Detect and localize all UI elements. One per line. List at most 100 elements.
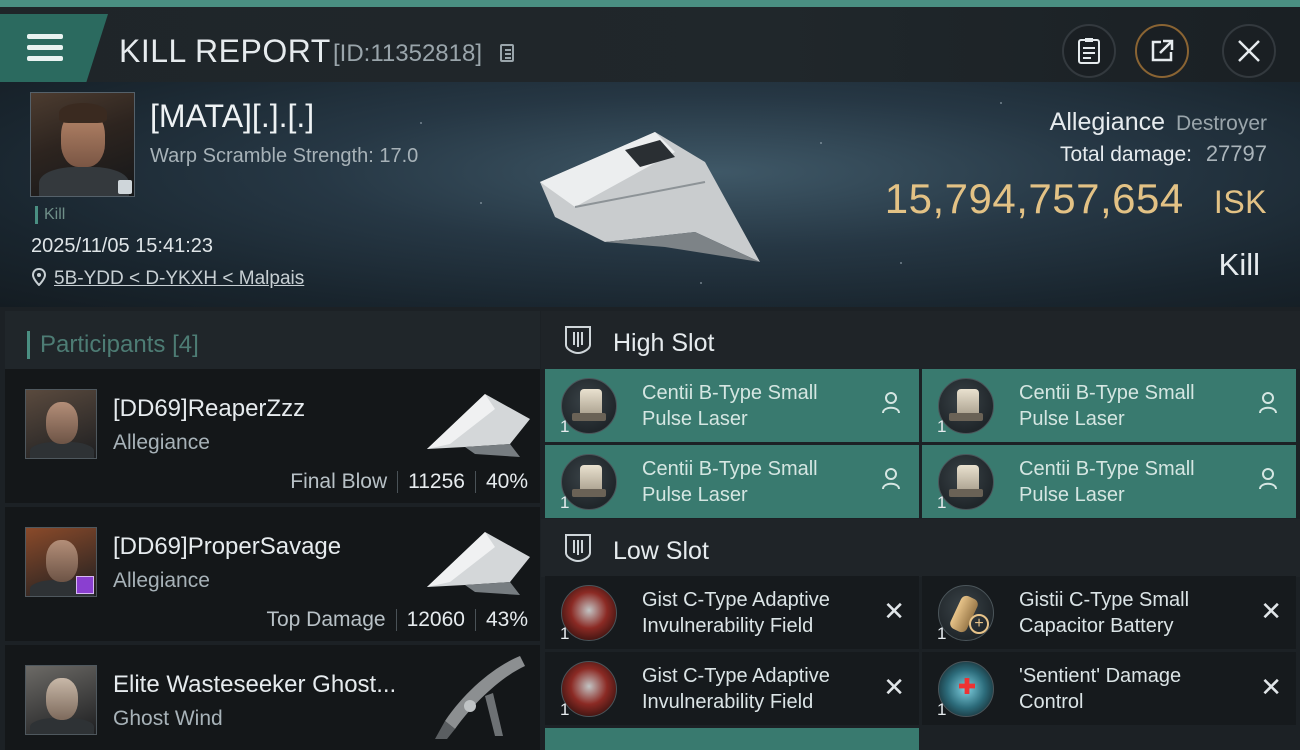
participants-label: Participants — [40, 331, 166, 358]
copy-icon[interactable] — [500, 44, 514, 62]
participant-stats: Final Blow 11256 40% — [290, 470, 528, 494]
share-button[interactable] — [1135, 24, 1189, 78]
module-item[interactable]: + 1 Gistii C-Type Small Capacitor Batter… — [922, 576, 1296, 649]
module-name: Centii B-Type Small Pulse Laser — [1019, 458, 1195, 506]
participant-row[interactable]: [DD69]ReaperZzz Allegiance Final Blow 112… — [5, 369, 540, 503]
participant-row[interactable]: Elite Wasteseeker Ghost... Ghost Wind — [5, 645, 540, 750]
clipboard-button[interactable] — [1062, 24, 1116, 78]
total-damage: Total damage: 27797 — [1060, 141, 1267, 167]
close-icon — [1238, 40, 1260, 62]
plus-icon: + — [969, 614, 989, 634]
participant-role: Top Damage — [266, 608, 386, 631]
participant-avatar[interactable] — [25, 389, 97, 459]
module-item[interactable]: 1 Centii B-Type Small Pulse Laser — [545, 445, 919, 518]
module-item[interactable]: 1 Gist C-Type Adaptive Invulnerability F… — [545, 652, 919, 725]
pilot-icon — [1259, 468, 1277, 490]
turret-base — [572, 413, 606, 421]
module-name: 'Sentient' Damage Control — [1019, 665, 1182, 713]
total-damage-value: 27797 — [1205, 141, 1267, 166]
remove-icon: ✕ — [1260, 672, 1282, 702]
divider — [474, 471, 476, 494]
participant-avatar[interactable] — [25, 665, 97, 735]
module-item[interactable]: 1 'Sentient' Damage Control ✕ — [922, 652, 1296, 725]
participant-name: [DD69]ReaperZzz — [113, 395, 306, 422]
low-slot-icon — [565, 534, 591, 563]
fittings-panel: High Slot 1 Centii B-Type Small Pulse La… — [541, 307, 1300, 750]
module-item[interactable]: 1 Centii B-Type Small Pulse Laser — [545, 369, 919, 442]
participant-damage: 11256 — [408, 470, 465, 493]
high-slot-header: High Slot — [541, 311, 1300, 369]
avatar-hair — [59, 103, 107, 123]
module-quantity: 1 — [937, 700, 947, 719]
module-name: Gistii C-Type Small Capacitor Battery — [1019, 589, 1190, 637]
victim-ship-name: Allegiance — [1049, 108, 1166, 136]
participant-avatar[interactable] — [25, 527, 97, 597]
module-name: Centii B-Type Small Pulse Laser — [642, 382, 818, 430]
close-button[interactable] — [1222, 24, 1276, 78]
participant-role: Final Blow — [290, 470, 388, 493]
victim-summary: [MATA][.].[.] Warp Scramble Strength: 17… — [0, 82, 1300, 307]
divider — [474, 609, 476, 632]
participant-row[interactable]: [DD69]ProperSavage Allegiance Top Damage… — [5, 507, 540, 641]
avatar-body — [39, 167, 129, 196]
star — [820, 142, 822, 144]
warp-scramble-strength: Warp Scramble Strength: 17.0 — [150, 145, 419, 167]
victim-avatar[interactable] — [30, 92, 135, 197]
location-pin-icon — [32, 268, 46, 286]
kill-tag: Kill — [35, 206, 65, 224]
remove-icon: ✕ — [1260, 596, 1282, 626]
participants-count: [4] — [172, 331, 199, 358]
divider — [397, 471, 399, 494]
module-quantity: 1 — [560, 624, 570, 643]
module-name: Centii B-Type Small Pulse Laser — [1019, 382, 1195, 430]
result-label: Kill — [1218, 247, 1260, 282]
pilot-icon — [1259, 392, 1277, 414]
module-item[interactable]: 1 Centii B-Type Small Pulse Laser — [922, 445, 1296, 518]
module-item[interactable]: 1 Centii B-Type Small Pulse Laser — [922, 369, 1296, 442]
victim-ship-image — [540, 132, 760, 262]
avatar-face — [46, 678, 78, 720]
module-item[interactable] — [545, 728, 919, 750]
menu-button[interactable] — [0, 14, 108, 82]
isk-amount: 15,794,757,654 — [884, 175, 1184, 222]
participant-stats: Top Damage 12060 43% — [266, 608, 528, 632]
participant-name: [DD69]ProperSavage — [113, 533, 342, 560]
module-quantity: 1 — [937, 417, 947, 436]
module-quantity: 1 — [560, 417, 570, 436]
pilot-icon — [882, 392, 900, 414]
star — [480, 202, 482, 204]
participants-panel: Participants [4] [DD69]ReaperZzz Allegia… — [0, 307, 541, 750]
turret-base — [949, 489, 983, 497]
participant-ship-image — [435, 656, 525, 739]
remove-icon: ✕ — [883, 596, 905, 626]
kill-report-screen: KILL REPORT [ID:11352818] [MATA][.].[.] … — [0, 0, 1300, 750]
participant-percent: 43% — [485, 608, 528, 631]
clipboard-icon — [1078, 38, 1100, 64]
avatar-face — [46, 402, 78, 444]
avatar-body — [30, 442, 94, 458]
star — [900, 262, 902, 264]
module-item[interactable]: 1 Gist C-Type Adaptive Invulnerability F… — [545, 576, 919, 649]
participant-ship-image — [427, 394, 530, 457]
high-slot-icon — [565, 326, 591, 355]
menu-icon-line — [27, 45, 63, 50]
star — [420, 122, 422, 124]
menu-icon-line — [27, 56, 63, 61]
kill-location-link[interactable]: 5B-YDD < D-YKXH < Malpais — [54, 268, 304, 290]
pilot-icon — [882, 468, 900, 490]
total-damage-label: Total damage: — [1060, 143, 1192, 166]
module-name: Gist C-Type Adaptive Invulnerability Fie… — [642, 589, 830, 637]
participants-header: Participants [4] — [5, 311, 540, 369]
low-slot-header: Low Slot — [541, 519, 1300, 577]
rank-badge-icon — [76, 576, 94, 594]
victim-name[interactable]: [MATA][.].[.] — [150, 98, 314, 135]
participant-percent: 40% — [485, 470, 528, 493]
module-name: Gist C-Type Adaptive Invulnerability Fie… — [642, 665, 830, 713]
module-name: Centii B-Type Small Pulse Laser — [642, 458, 818, 506]
star — [1000, 102, 1002, 104]
module-quantity: 1 — [560, 493, 570, 512]
participant-ship: Allegiance — [113, 569, 210, 592]
low-slot-label: Low Slot — [613, 537, 709, 565]
divider — [395, 609, 397, 632]
avatar-body — [30, 718, 94, 734]
